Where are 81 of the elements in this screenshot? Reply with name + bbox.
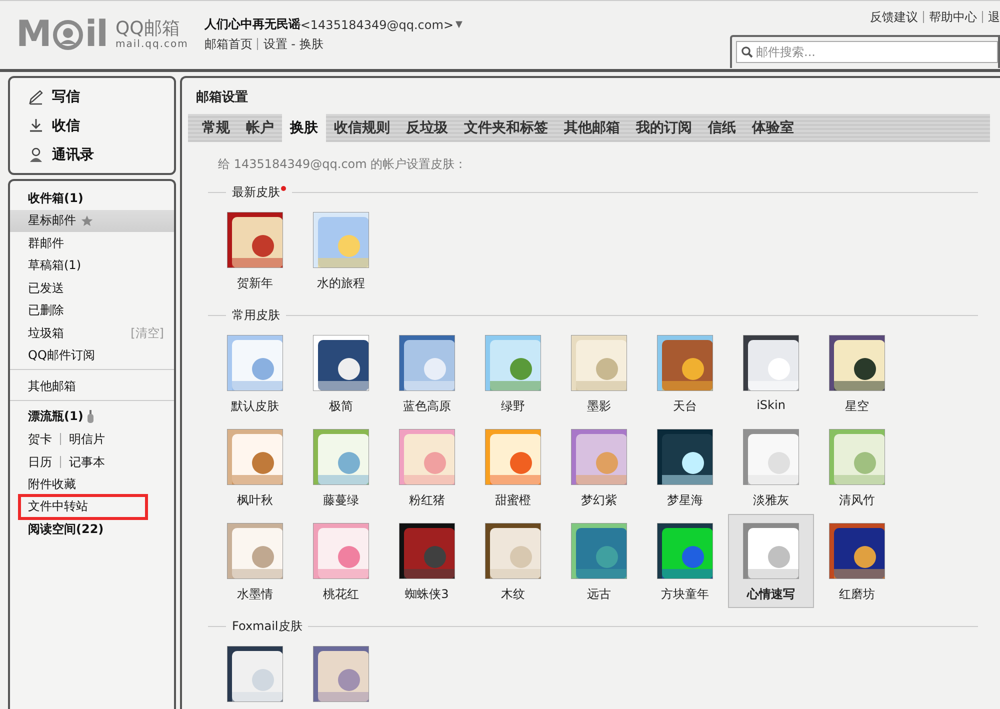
settings-tab[interactable]: 信纸 bbox=[700, 114, 744, 142]
skin-option[interactable]: 梦星海 bbox=[642, 420, 728, 514]
skin-option[interactable]: 绿野 bbox=[470, 326, 556, 420]
skin-option[interactable]: 枫叶秋 bbox=[212, 420, 298, 514]
skin-option[interactable]: 天台 bbox=[642, 326, 728, 420]
folder-item[interactable]: QQ邮件订阅 bbox=[10, 344, 174, 367]
folder-item[interactable]: 星标邮件 bbox=[10, 210, 174, 232]
skin-option[interactable]: 心情速写 bbox=[728, 514, 814, 608]
skin-option[interactable]: 星空 bbox=[814, 326, 900, 420]
intro-text: 给 1435184349@qq.com 的帐户设置皮肤： bbox=[217, 156, 468, 173]
logo-domain: mail.qq.com bbox=[116, 40, 188, 50]
skin-option[interactable]: 红磨坊 bbox=[814, 514, 900, 608]
settings-tab[interactable]: 文件夹和标签 bbox=[456, 114, 556, 142]
skin-option[interactable]: 水墨情 bbox=[212, 514, 298, 608]
settings-tab[interactable]: 收信规则 bbox=[326, 114, 398, 142]
skin-option[interactable]: 桃花红 bbox=[298, 514, 384, 608]
logo-mark: il bbox=[84, 15, 108, 55]
skin-option[interactable]: 清风竹 bbox=[814, 420, 900, 514]
user-name: 人们心中再无民谣 bbox=[204, 16, 300, 33]
pencil-icon bbox=[28, 88, 44, 104]
logo-face-icon bbox=[52, 20, 83, 50]
search-field[interactable]: 邮件搜索... bbox=[736, 41, 998, 63]
skin-option[interactable]: 远古 bbox=[556, 514, 642, 608]
skin-option[interactable]: 梦幻紫 bbox=[556, 420, 642, 514]
header-link[interactable]: 设置 - 换肤 bbox=[257, 38, 328, 50]
download-icon bbox=[28, 118, 44, 134]
settings-tab[interactable]: 其他邮箱 bbox=[556, 114, 628, 142]
top-link[interactable]: 反馈建议 bbox=[865, 11, 923, 23]
skin-option[interactable]: 贺新年 bbox=[212, 203, 298, 297]
skin-option[interactable]: 墨影 bbox=[556, 326, 642, 420]
top-link[interactable]: 退 bbox=[982, 11, 1000, 23]
search-icon bbox=[741, 46, 753, 58]
top-link[interactable]: 帮助中心 bbox=[923, 11, 982, 23]
skin-option[interactable]: 蜘蛛侠3 bbox=[384, 514, 470, 608]
sidebar-link[interactable]: 贺卡 bbox=[28, 433, 60, 446]
sidebar-link[interactable]: 记事本 bbox=[60, 456, 113, 468]
skin-option[interactable]: 默认皮肤 bbox=[212, 326, 298, 420]
sidebar-link[interactable]: 明信片 bbox=[60, 433, 113, 446]
sidebar-action[interactable]: 通讯录 bbox=[28, 140, 174, 169]
skin-option[interactable]: 蓝色高原 bbox=[384, 326, 470, 420]
page-title: 邮箱设置 bbox=[195, 89, 249, 107]
logo-name: QQ邮箱 bbox=[116, 20, 181, 38]
folder-item[interactable]: 文件中转站 bbox=[20, 496, 146, 518]
skin-option[interactable]: 粉红猪 bbox=[384, 420, 470, 514]
skin-option[interactable]: 木纹 bbox=[470, 514, 556, 608]
person-icon bbox=[28, 146, 44, 162]
skin-option[interactable]: 方块童年 bbox=[642, 514, 728, 608]
settings-tab[interactable]: 我的订阅 bbox=[628, 114, 700, 142]
settings-tab[interactable]: 常规 bbox=[194, 114, 238, 142]
account-caret[interactable]: ▼ bbox=[456, 20, 462, 30]
logo-mark: M bbox=[16, 15, 51, 55]
folder-item[interactable]: 垃圾箱 [清空] bbox=[10, 322, 174, 344]
settings-tab[interactable]: 帐户 bbox=[238, 114, 282, 142]
settings-tab[interactable]: 反垃圾 bbox=[398, 114, 456, 142]
skin-option[interactable]: 藤蔓绿 bbox=[298, 420, 384, 514]
skin-option[interactable]: 甜蜜橙 bbox=[470, 420, 556, 514]
folder-item[interactable]: 已删除 bbox=[10, 300, 174, 322]
user-email: <1435184349@qq.com> bbox=[300, 18, 454, 32]
sidebar-action[interactable]: 写信 bbox=[28, 82, 174, 111]
skin-option[interactable]: iSkin bbox=[728, 326, 814, 420]
section-title: 常用皮肤 bbox=[232, 306, 280, 324]
folder-item[interactable]: 其他邮箱 bbox=[10, 375, 174, 398]
folder-item[interactable]: 阅读空间(22) bbox=[10, 518, 174, 540]
folder-item[interactable]: 收件箱(1) bbox=[10, 187, 174, 210]
skin-option[interactable]: 水的旅程 bbox=[298, 203, 384, 297]
sidebar-link[interactable]: 日历 bbox=[28, 456, 60, 468]
folder-item[interactable]: 附件收藏 bbox=[10, 473, 174, 496]
section-title: Foxmail皮肤 bbox=[232, 618, 302, 634]
skin-option[interactable]: 淡雅灰 bbox=[728, 420, 814, 514]
sidebar-action[interactable]: 收信 bbox=[28, 111, 174, 140]
section-title: 最新皮肤 bbox=[232, 184, 280, 200]
skin-option[interactable]: 极简 bbox=[298, 326, 384, 420]
folder-item[interactable]: 草稿箱(1) bbox=[10, 254, 174, 277]
folder-item[interactable]: 群邮件 bbox=[10, 232, 174, 254]
header-link[interactable]: 邮箱首页 bbox=[204, 38, 258, 50]
folder-item[interactable]: 已发送 bbox=[10, 277, 174, 300]
star-icon bbox=[81, 214, 93, 227]
folder-item[interactable]: 漂流瓶(1) bbox=[10, 406, 174, 428]
settings-tab[interactable]: 体验室 bbox=[744, 114, 802, 142]
settings-tab[interactable]: 换肤 bbox=[282, 114, 326, 142]
bottle-icon bbox=[87, 410, 94, 424]
